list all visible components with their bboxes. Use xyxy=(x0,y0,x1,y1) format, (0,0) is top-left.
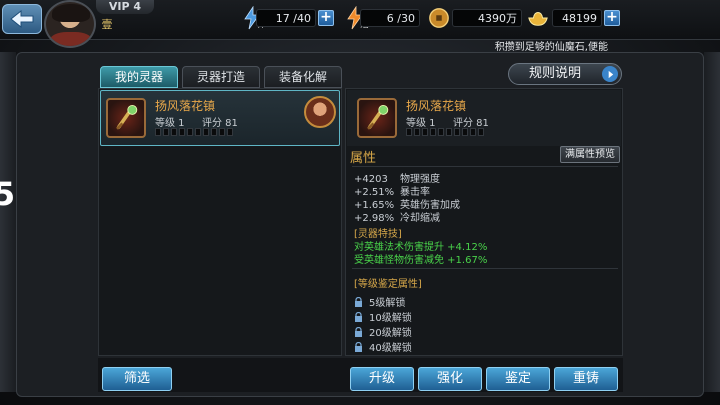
artifact-level: 等级 1 xyxy=(155,118,185,129)
notice-text: 积攒到足够的仙魔石,便能 xyxy=(494,42,608,53)
upgrade-button[interactable]: 升级 xyxy=(350,367,414,391)
detail-artifact-name: 扬风落花镇 xyxy=(406,99,467,113)
chevron-right-icon xyxy=(602,66,618,82)
divider xyxy=(352,166,618,167)
rules-button[interactable]: 规则说明 xyxy=(508,63,622,85)
back-arrow-icon xyxy=(10,9,34,29)
detail-artifact-level: 等级 1 xyxy=(406,118,436,129)
star-pip xyxy=(470,128,476,136)
coins-value: 4390万 xyxy=(452,9,522,27)
star-pip xyxy=(438,128,444,136)
stamina-add-button[interactable]: + xyxy=(318,10,334,26)
attributes-title: 属性 xyxy=(350,151,377,166)
star-pip xyxy=(227,128,233,136)
identify-button[interactable]: 鉴定 xyxy=(486,367,550,391)
artifact-score: 评分 81 xyxy=(202,118,238,129)
star-pip xyxy=(422,128,428,136)
equipped-hero-avatar[interactable] xyxy=(304,96,336,128)
star-pip xyxy=(163,128,169,136)
star-pip xyxy=(446,128,452,136)
identify-section-title: [等级鉴定属性] xyxy=(354,279,422,290)
artifact-name: 扬风落花镇 xyxy=(155,99,216,113)
skill-line: 受英雄怪物伤害减免 +1.67% xyxy=(354,255,488,266)
tab-equipment-dismantle[interactable]: 装备化解 xyxy=(264,66,342,88)
enhance-button[interactable]: 强化 xyxy=(418,367,482,391)
lock-icon xyxy=(355,296,362,307)
tab-my-artifacts[interactable]: 我的灵器 xyxy=(100,66,178,88)
avatar-body xyxy=(50,32,92,46)
star-pip xyxy=(219,128,225,136)
star-pip xyxy=(195,128,201,136)
rank-badge: 壹 xyxy=(101,18,113,31)
lock-icon xyxy=(355,341,362,352)
divider xyxy=(352,268,618,269)
locked-attribute-row: 20级解锁 xyxy=(354,324,412,339)
jade-artifact-icon xyxy=(357,98,397,138)
lock-icon xyxy=(355,326,362,337)
locked-attribute-row: 40级解锁 xyxy=(354,339,412,354)
gold-ingot-icon xyxy=(526,7,550,31)
lock-label: 10级解锁 xyxy=(369,313,412,324)
left-side-rail: 5 xyxy=(0,52,16,392)
star-pip xyxy=(179,128,185,136)
locked-attribute-row: 5级解锁 xyxy=(354,294,405,309)
energy-resource: 6 /30 xyxy=(360,8,420,28)
star-pip xyxy=(406,128,412,136)
star-pip xyxy=(187,128,193,136)
star-pip xyxy=(211,128,217,136)
detail-artifact-score: 评分 81 xyxy=(453,118,489,129)
energy-value: 6 /30 xyxy=(360,9,420,27)
coin-icon xyxy=(428,7,452,31)
right-side-rail xyxy=(704,52,720,392)
back-button[interactable] xyxy=(2,4,42,34)
star-pip xyxy=(414,128,420,136)
stamina-resource: 17 /40 + xyxy=(256,8,334,28)
lock-label: 20级解锁 xyxy=(369,328,412,339)
attribute-name: 冷却缩减 xyxy=(400,213,440,224)
tab-bar: 我的灵器 灵器打造 装备化解 xyxy=(100,66,342,88)
attribute-row: +2.98% 冷却缩减 xyxy=(354,209,440,224)
full-attributes-preview-button[interactable]: 满属性预览 xyxy=(560,146,620,163)
star-pip xyxy=(462,128,468,136)
attribute-value: +2.98% xyxy=(354,213,395,224)
rules-label: 规则说明 xyxy=(529,66,582,81)
gold-value: 48199 xyxy=(552,9,602,27)
jade-artifact-icon xyxy=(106,98,146,138)
filter-button[interactable]: 筛选 xyxy=(102,367,172,391)
tab-artifact-forge[interactable]: 灵器打造 xyxy=(182,66,260,88)
lock-label: 5级解锁 xyxy=(369,298,406,309)
lock-icon xyxy=(355,311,362,322)
star-pip xyxy=(454,128,460,136)
star-pip xyxy=(203,128,209,136)
star-pip xyxy=(155,128,161,136)
avatar-hair xyxy=(52,4,90,22)
gold-resource: 48199 + xyxy=(552,8,620,28)
player-avatar[interactable] xyxy=(44,0,96,48)
stamina-value: 17 /40 xyxy=(256,9,316,27)
coins-resource: 4390万 xyxy=(452,8,522,28)
star-pip xyxy=(478,128,484,136)
lock-label: 40级解锁 xyxy=(369,343,412,354)
vip-badge[interactable]: VIP 4 xyxy=(96,0,154,14)
locked-attribute-row: 10级解锁 xyxy=(354,309,412,324)
gold-add-button[interactable]: + xyxy=(604,10,620,26)
recast-button[interactable]: 重铸 xyxy=(554,367,618,391)
star-progress xyxy=(155,128,233,136)
star-pip xyxy=(430,128,436,136)
star-pip xyxy=(171,128,177,136)
detail-star-progress xyxy=(406,128,484,136)
